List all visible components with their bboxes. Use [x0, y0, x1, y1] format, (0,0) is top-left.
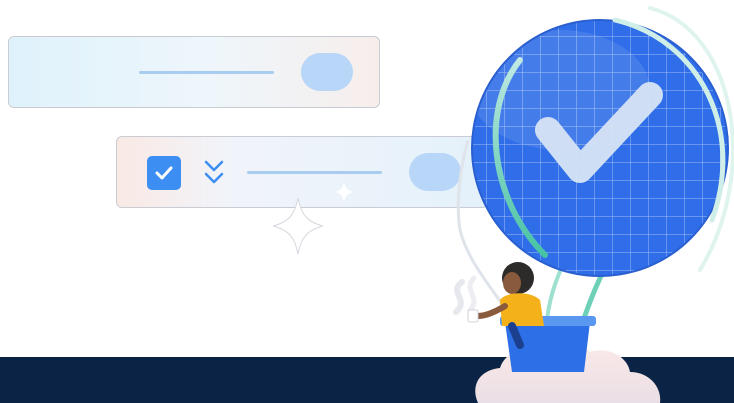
globe-balloon: [471, 6, 734, 277]
sparkle-icon: [334, 181, 354, 203]
illustration-artwork: [272, 6, 734, 403]
illustration-stage: [0, 0, 734, 403]
sparkle-icon: [272, 197, 324, 255]
